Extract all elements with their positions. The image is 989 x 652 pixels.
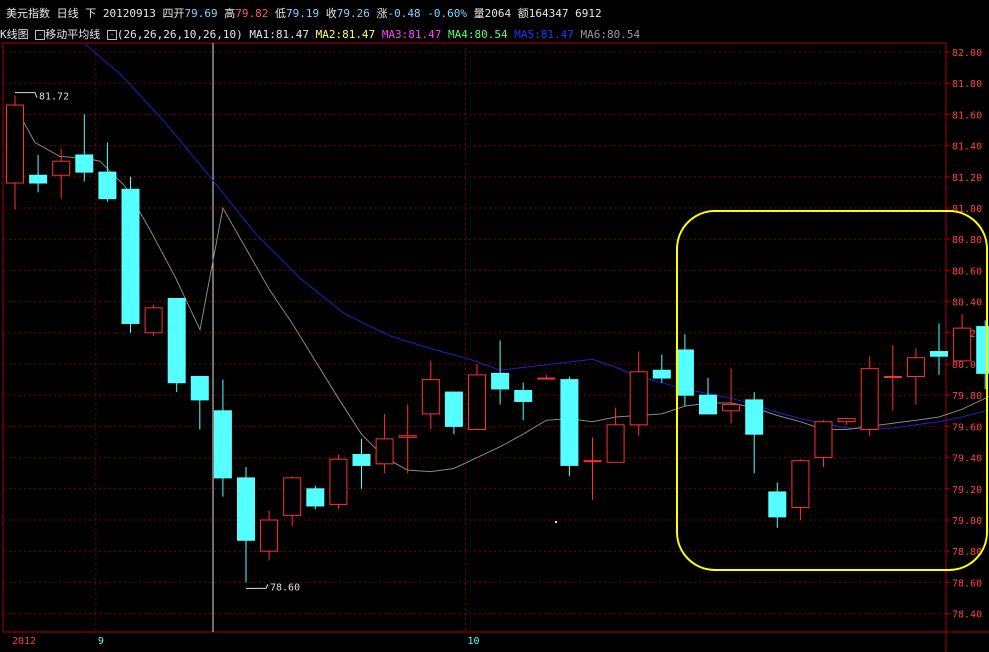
candle-body [629,371,648,426]
candle-body [329,458,348,505]
max-label: 81.72 [39,92,69,103]
candle-body [722,404,741,412]
marker-dot [555,521,557,523]
y-tick-label: 80.40 [952,298,982,309]
x-tick-label: 2012 [12,636,36,647]
candle-body [953,327,972,362]
y-tick-label: 80.80 [952,235,982,246]
y-tick-label: 79.20 [952,485,982,496]
candle-body [860,368,879,431]
candle-body [213,410,232,479]
ma-long-line [84,43,989,431]
candle-body [190,375,209,401]
x-tick-label: 10 [467,636,479,647]
candle-body [652,369,671,379]
y-tick-label: 81.20 [952,173,982,184]
y-tick-label: 78.60 [952,578,982,589]
candle-body [814,421,833,459]
candle-body [883,375,902,378]
y-tick-label: 81.40 [952,142,982,153]
candle-body [560,379,579,466]
candle-body [98,171,117,200]
candle-body [237,477,255,541]
candle-body [537,377,556,380]
y-tick-label: 78.40 [952,610,982,621]
candle-body [837,418,856,423]
candle-body [6,104,24,184]
candle-body [606,424,625,463]
y-tick-label: 79.80 [952,391,982,402]
candle-body [144,307,163,334]
ma-short-line [14,106,989,473]
y-tick-label: 82.00 [952,48,982,59]
candlestick-plot[interactable]: 82.00 81.80 81.60 81.40 81.20 81.00 80.80 80.60… [0,0,989,652]
kline-chart-window: 美元指数 日线 下 20120913 四开79.69 高79.82 低79.19… [0,0,989,652]
candle-body [491,372,510,390]
plot-frame [2,42,947,633]
y-tick-label: 81.00 [952,204,982,215]
y-tick-label: 81.60 [952,110,982,121]
candle-body [52,160,71,176]
y-tick-label: 79.60 [952,422,982,433]
candle-body [699,394,717,415]
max-pointer [15,92,38,98]
candle-body [791,460,810,509]
candle-body [29,174,48,184]
candle-body [514,390,533,402]
candle-body [930,351,948,357]
candle-body [906,357,925,377]
candle-body [306,488,325,507]
candle-body [583,460,602,463]
min-pointer [246,584,269,589]
candle-body [352,453,371,466]
candle-body [468,374,486,431]
candle-body [675,349,694,396]
candle-body [745,399,764,435]
candle-body [768,491,787,518]
candle-body [444,391,463,427]
candle-body [121,188,140,324]
min-label: 78.60 [270,582,300,593]
highlight-box [676,210,988,571]
candle-body [75,154,94,173]
y-tick-label: 81.80 [952,79,982,90]
candle-body [421,379,440,415]
y-tick-label: 79.00 [952,516,982,527]
candle-body [260,519,279,552]
candle-body [398,435,417,438]
candle-body [167,297,186,384]
candle-body [283,477,302,516]
y-tick-label: 80.60 [952,266,982,277]
y-tick-label: 79.40 [952,454,982,465]
x-tick-label: 9 [98,636,104,647]
candle-body [375,438,394,465]
